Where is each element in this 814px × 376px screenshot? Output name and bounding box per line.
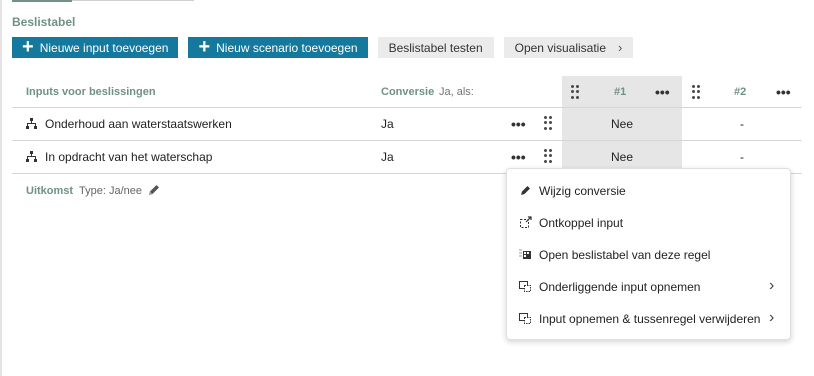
input-name[interactable]: In opdracht van het waterschap — [45, 150, 212, 164]
add-input-button[interactable]: + Nieuwe input toevoegen — [12, 35, 179, 58]
left-border — [0, 0, 2, 376]
table-icon — [519, 249, 531, 259]
menu-item-label: Input opnemen & tussenregel verwijderen — [539, 312, 761, 326]
add-input-label: Nieuwe input toevoegen — [39, 40, 169, 55]
more-options-icon[interactable]: ••• — [511, 150, 526, 164]
toolbar: + Nieuwe input toevoegen + Nieuw scenari… — [12, 35, 634, 58]
scenario-2-cell[interactable]: - — [682, 150, 802, 164]
row-divider — [12, 140, 802, 141]
more-options-icon[interactable]: ••• — [776, 85, 791, 99]
more-options-icon[interactable]: ••• — [511, 117, 526, 131]
chevron-right-icon: › — [769, 309, 775, 326]
chevron-right-icon: › — [769, 277, 775, 294]
chevron-right-icon: › — [618, 40, 623, 55]
scenario-1-cell[interactable]: Nee — [562, 150, 682, 164]
conversion-value[interactable]: Ja — [381, 117, 394, 131]
drag-handle-icon[interactable] — [692, 85, 700, 99]
open-visualisation-button[interactable]: Open visualisatie › — [503, 37, 634, 58]
menu-item-label: Wijzig conversie — [539, 184, 626, 198]
pencil-icon[interactable] — [147, 183, 161, 197]
page-title: Beslistabel — [12, 15, 76, 29]
drag-handle-icon[interactable] — [544, 149, 552, 163]
conversion-column-subheader: Ja, als: — [439, 86, 474, 98]
scenario-2-header: #2 — [734, 86, 747, 98]
add-scenario-button[interactable]: + Nieuw scenario toevoegen — [188, 35, 368, 58]
menu-item-open-decision-table[interactable]: Open beslistabel van deze regel — [507, 243, 792, 267]
conversion-value[interactable]: Ja — [381, 150, 394, 164]
add-scenario-label: Nieuw scenario toevoegen — [216, 40, 358, 55]
include-input-icon — [519, 281, 531, 292]
unlink-icon — [520, 216, 532, 228]
inputs-column-header: Inputs voor beslissingen — [26, 86, 156, 98]
outcome-type: Type: Ja/nee — [79, 185, 142, 197]
visualisation-label: Open visualisatie — [514, 40, 607, 55]
menu-item-label: Open beslistabel van deze regel — [539, 248, 711, 262]
scenario-1-header: #1 — [614, 86, 627, 98]
drag-handle-icon[interactable] — [544, 116, 552, 130]
header-divider — [12, 107, 802, 108]
menu-item-include-underlying-input[interactable]: Onderliggende input opnemen › — [507, 275, 792, 299]
pencil-icon — [521, 186, 530, 195]
menu-item-include-input-remove-intermediate-rule[interactable]: Input opnemen & tussenregel verwijderen … — [507, 307, 792, 331]
scenario-2-cell[interactable]: - — [682, 117, 802, 131]
plus-icon: + — [198, 35, 211, 58]
include-input-icon — [519, 313, 531, 324]
hierarchy-icon — [26, 151, 37, 162]
test-label: Beslistabel testen — [388, 40, 483, 55]
menu-item-label: Ontkoppel input — [539, 216, 624, 230]
scenario-1-cell[interactable]: Nee — [562, 117, 682, 131]
test-decision-table-button[interactable]: Beslistabel testen — [377, 37, 494, 58]
hierarchy-icon — [26, 118, 37, 129]
context-menu: Wijzig conversie Ontkoppel input Open be… — [506, 168, 791, 340]
menu-item-label: Onderliggende input opnemen — [539, 280, 701, 294]
drag-handle-icon[interactable] — [571, 85, 579, 99]
plus-icon: + — [22, 35, 34, 58]
input-name[interactable]: Onderhoud aan waterstaatswerken — [45, 117, 232, 131]
menu-item-unlink-input[interactable]: Ontkoppel input — [507, 211, 792, 235]
menu-item-edit-conversion[interactable]: Wijzig conversie — [507, 179, 792, 203]
outcome-label: Uitkomst — [26, 185, 74, 197]
top-tab-active[interactable] — [12, 0, 72, 2]
more-options-icon[interactable]: ••• — [655, 85, 670, 99]
conversion-column-header: Conversie — [381, 86, 435, 98]
